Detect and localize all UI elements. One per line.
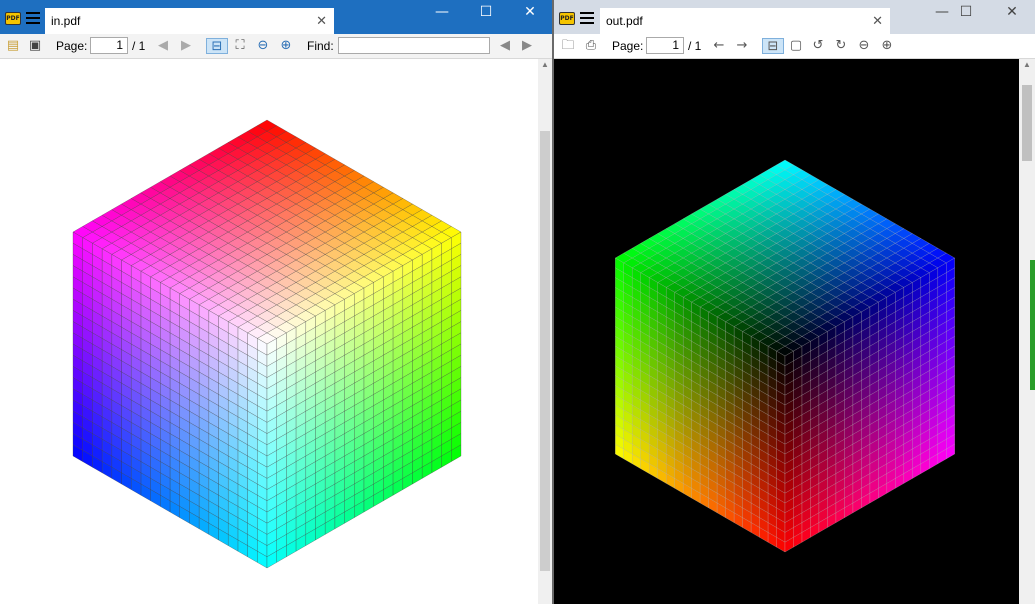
tab-in-pdf[interactable]: in.pdf ✕ <box>45 8 334 34</box>
page-total: / 1 <box>688 39 702 53</box>
tab-title: in.pdf <box>51 14 81 28</box>
page-number-input[interactable]: 1 <box>90 37 128 54</box>
pdf-app-icon[interactable]: PDF <box>559 12 575 25</box>
next-page-icon[interactable]: ▶ <box>178 38 194 54</box>
scroll-up-icon[interactable]: ▲ <box>538 59 552 71</box>
scroll-up-icon[interactable]: ▲ <box>1019 59 1035 71</box>
tab-out-pdf[interactable]: out.pdf ✕ <box>600 8 890 34</box>
background-window-edge <box>1030 260 1035 390</box>
find-input[interactable] <box>338 37 490 54</box>
print-icon[interactable]: ▣ <box>27 38 43 54</box>
pdf-app-icon[interactable]: PDF <box>5 12 21 25</box>
zoom-in-icon[interactable]: ⊕ <box>879 38 895 54</box>
toolbar: 🗀 ⎙ Page: 1 / 1 ← → ⊟ ▢ ↺ ↻ ⊖ ⊕ <box>554 34 1035 59</box>
fit-page-icon[interactable]: ▢ <box>788 38 804 54</box>
toolbar: ▤ ▣ Page: 1 / 1 ◀ ▶ ⊟ ⛶ ⊖ ⊕ Find: ◀ ▶ <box>0 34 552 59</box>
zoom-out-icon[interactable]: ⊖ <box>255 38 271 54</box>
next-page-icon[interactable]: → <box>734 38 750 54</box>
scroll-thumb[interactable] <box>540 131 550 571</box>
hamburger-menu-icon[interactable] <box>26 12 40 24</box>
title-bar: PDF out.pdf ✕ — ☐ ✕ <box>554 0 1035 34</box>
rotate-left-icon[interactable]: ↺ <box>810 38 826 54</box>
zoom-out-icon[interactable]: ⊖ <box>856 38 872 54</box>
page-total: / 1 <box>132 39 146 53</box>
prev-page-icon[interactable]: ◀ <box>155 38 171 54</box>
page-label: Page: <box>56 39 88 53</box>
document-view[interactable] <box>554 59 1019 604</box>
prev-page-icon[interactable]: ← <box>711 38 727 54</box>
fit-width-icon[interactable]: ⊟ <box>762 38 784 54</box>
close-button[interactable]: ✕ <box>508 0 552 24</box>
find-prev-icon[interactable]: ◀ <box>498 38 512 54</box>
fit-width-icon[interactable]: ⊟ <box>206 38 228 54</box>
right-pdf-window: PDF out.pdf ✕ — ☐ ✕ 🗀 ⎙ Page: 1 / 1 ← → … <box>554 0 1035 604</box>
maximize-button[interactable]: ☐ <box>464 0 508 24</box>
close-button[interactable]: ✕ <box>990 0 1034 24</box>
fit-page-icon[interactable]: ⛶ <box>232 38 248 54</box>
tab-close-icon[interactable]: ✕ <box>316 8 327 34</box>
tab-close-icon[interactable]: ✕ <box>872 8 883 34</box>
page-number-input[interactable]: 1 <box>646 37 684 54</box>
hamburger-menu-icon[interactable] <box>580 12 594 24</box>
tab-title: out.pdf <box>606 14 643 28</box>
rgb-color-cube <box>72 119 462 569</box>
open-file-icon[interactable]: ▤ <box>5 38 21 54</box>
zoom-in-icon[interactable]: ⊕ <box>278 38 294 54</box>
scroll-thumb[interactable] <box>1022 85 1032 161</box>
find-next-icon[interactable]: ▶ <box>520 38 534 54</box>
open-file-icon[interactable]: 🗀 <box>560 38 576 54</box>
left-pdf-window: PDF in.pdf ✕ — ☐ ✕ ▤ ▣ Page: 1 / 1 ◀ ▶ ⊟… <box>0 0 552 604</box>
title-bar: PDF in.pdf ✕ — ☐ ✕ <box>0 0 552 34</box>
find-label: Find: <box>307 39 334 53</box>
vertical-scrollbar[interactable]: ▲ <box>538 59 552 604</box>
print-icon[interactable]: ⎙ <box>583 38 599 54</box>
document-view[interactable] <box>0 59 538 604</box>
page-label: Page: <box>612 39 644 53</box>
minimize-button[interactable]: — <box>420 0 464 24</box>
rgb-color-cube <box>614 159 956 553</box>
maximize-button[interactable]: ☐ <box>944 0 988 24</box>
rotate-right-icon[interactable]: ↻ <box>833 38 849 54</box>
